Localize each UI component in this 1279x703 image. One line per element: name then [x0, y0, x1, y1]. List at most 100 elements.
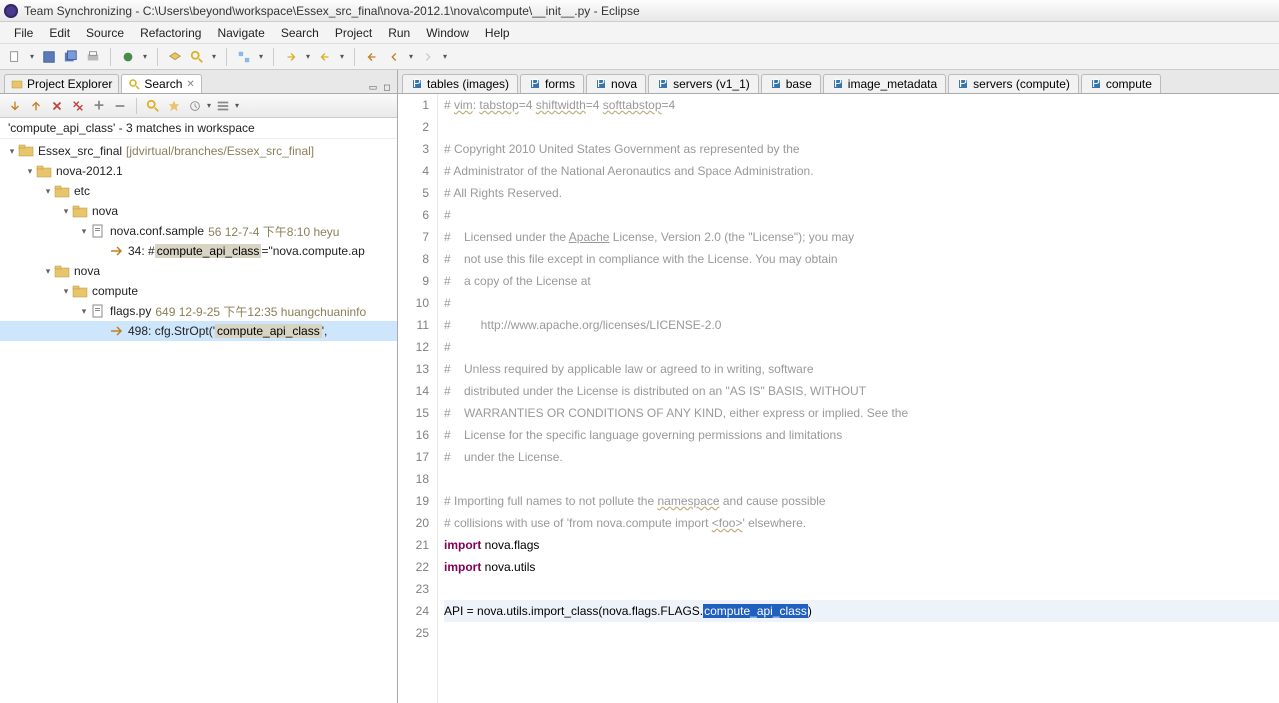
editor-tab[interactable]: Pservers (v1_1)	[648, 74, 759, 93]
code-line[interactable]: # License for the specific language gove…	[444, 424, 1279, 446]
tree-row[interactable]: ▾etc	[0, 181, 397, 201]
debug-button[interactable]	[119, 48, 137, 66]
code-line[interactable]: # vim: tabstop=4 shiftwidth=4 softtabsto…	[444, 94, 1279, 116]
history-dropdown-button[interactable]	[186, 97, 204, 115]
code-line[interactable]: # not use this file except in compliance…	[444, 248, 1279, 270]
open-type-button[interactable]	[166, 48, 184, 66]
maximize-view-icon[interactable]: ◻	[381, 81, 393, 93]
code-line[interactable]: #	[444, 292, 1279, 314]
menu-run[interactable]: Run	[380, 24, 418, 42]
tree-row[interactable]: ▾nova.conf.sample56 12-7-4 下午8:10 heyu	[0, 221, 397, 241]
code-line[interactable]: # collisions with use of 'from nova.comp…	[444, 512, 1279, 534]
next-annotation-dropdown[interactable]	[304, 52, 312, 61]
menu-project[interactable]: Project	[327, 24, 380, 42]
menu-help[interactable]: Help	[477, 24, 518, 42]
next-annotation-button[interactable]	[282, 48, 300, 66]
menu-navigate[interactable]: Navigate	[209, 24, 272, 42]
tree-row[interactable]: ▾Essex_src_final[jdvirtual/branches/Esse…	[0, 141, 397, 161]
code-line[interactable]: import nova.flags	[444, 534, 1279, 556]
remove-match-button[interactable]	[48, 97, 66, 115]
code-line[interactable]	[444, 468, 1279, 490]
editor-tab[interactable]: Pcompute	[1081, 74, 1161, 93]
code-line[interactable]	[444, 622, 1279, 644]
code-line[interactable]	[444, 116, 1279, 138]
code-line[interactable]: # WARRANTIES OR CONDITIONS OF ANY KIND, …	[444, 402, 1279, 424]
forward-button[interactable]	[419, 48, 437, 66]
last-edit-button[interactable]	[363, 48, 381, 66]
prev-annotation-button[interactable]	[316, 48, 334, 66]
editor-tab[interactable]: Pbase	[761, 74, 821, 93]
prev-match-button[interactable]	[27, 97, 45, 115]
collapse-all-button[interactable]	[111, 97, 129, 115]
tree-row[interactable]: 498: cfg.StrOpt('compute_api_class',	[0, 321, 397, 341]
menu-window[interactable]: Window	[418, 24, 477, 42]
code-line[interactable]: API = nova.utils.import_class(nova.flags…	[444, 600, 1279, 622]
forward-dropdown[interactable]	[441, 52, 449, 61]
toggle-breadcrumb-dropdown[interactable]	[257, 52, 265, 61]
code-line[interactable]: # Administrator of the National Aeronaut…	[444, 160, 1279, 182]
prev-annotation-dropdown[interactable]	[338, 52, 346, 61]
search-dropdown[interactable]	[210, 52, 218, 61]
expand-icon[interactable]: ▾	[60, 206, 72, 217]
menu-edit[interactable]: Edit	[41, 24, 78, 42]
search-results-tree[interactable]: ▾Essex_src_final[jdvirtual/branches/Esse…	[0, 139, 397, 703]
editor-tab[interactable]: Pservers (compute)	[948, 74, 1079, 93]
code-line[interactable]: # under the License.	[444, 446, 1279, 468]
code-line[interactable]: # Unless required by applicable law or a…	[444, 358, 1279, 380]
debug-dropdown[interactable]	[141, 52, 149, 61]
toggle-breadcrumb-button[interactable]	[235, 48, 253, 66]
save-button[interactable]	[40, 48, 58, 66]
code-line[interactable]: # a copy of the License at	[444, 270, 1279, 292]
code-line[interactable]	[444, 578, 1279, 600]
expand-all-button[interactable]	[90, 97, 108, 115]
expand-icon[interactable]: ▾	[24, 166, 36, 177]
code-line[interactable]: # All Rights Reserved.	[444, 182, 1279, 204]
editor-tab[interactable]: Pforms	[520, 74, 584, 93]
search-button[interactable]	[188, 48, 206, 66]
remove-all-button[interactable]	[69, 97, 87, 115]
expand-icon[interactable]: ▾	[42, 266, 54, 277]
code-line[interactable]: # Licensed under the Apache License, Ver…	[444, 226, 1279, 248]
view-tab-project-explorer[interactable]: Project Explorer	[4, 74, 119, 93]
close-icon[interactable]: ✕	[186, 79, 194, 90]
code-line[interactable]: import nova.utils	[444, 556, 1279, 578]
run-search-button[interactable]	[144, 97, 162, 115]
tree-row[interactable]: ▾nova-2012.1	[0, 161, 397, 181]
code-line[interactable]: #	[444, 204, 1279, 226]
editor-tab[interactable]: Ptables (images)	[402, 74, 518, 93]
code-line[interactable]: # distributed under the License is distr…	[444, 380, 1279, 402]
view-tab-search[interactable]: Search✕	[121, 74, 201, 93]
code-line[interactable]: #	[444, 336, 1279, 358]
save-all-button[interactable]	[62, 48, 80, 66]
next-match-button[interactable]	[6, 97, 24, 115]
tree-row[interactable]: ▾flags.py649 12-9-25 下午12:35 huangchuani…	[0, 301, 397, 321]
editor-tab[interactable]: Pnova	[586, 74, 646, 93]
editor-tab[interactable]: Pimage_metadata	[823, 74, 946, 93]
new-dropdown[interactable]	[28, 52, 36, 61]
code-line[interactable]: # http://www.apache.org/licenses/LICENSE…	[444, 314, 1279, 336]
view-menu-button[interactable]	[214, 97, 232, 115]
back-button[interactable]	[385, 48, 403, 66]
tree-row[interactable]: ▾compute	[0, 281, 397, 301]
menu-source[interactable]: Source	[78, 24, 132, 42]
code-line[interactable]: # Copyright 2010 United States Governmen…	[444, 138, 1279, 160]
tree-row[interactable]: ▾nova	[0, 201, 397, 221]
new-button[interactable]	[6, 48, 24, 66]
expand-icon[interactable]: ▾	[6, 146, 18, 157]
pin-search-button[interactable]	[165, 97, 183, 115]
print-button[interactable]	[84, 48, 102, 66]
expand-icon[interactable]: ▾	[78, 306, 90, 317]
code-editor[interactable]: 1234567891011121314151617181920212223242…	[398, 94, 1279, 703]
menu-search[interactable]: Search	[273, 24, 327, 42]
back-dropdown[interactable]	[407, 52, 415, 61]
expand-icon[interactable]: ▾	[42, 186, 54, 197]
menu-file[interactable]: File	[6, 24, 41, 42]
minimize-view-icon[interactable]: ▭	[367, 81, 379, 93]
code-content[interactable]: # vim: tabstop=4 shiftwidth=4 softtabsto…	[438, 94, 1279, 703]
expand-icon[interactable]: ▾	[78, 226, 90, 237]
code-line[interactable]: # Importing full names to not pollute th…	[444, 490, 1279, 512]
expand-icon[interactable]: ▾	[60, 286, 72, 297]
menu-refactoring[interactable]: Refactoring	[132, 24, 209, 42]
tree-row[interactable]: ▾nova	[0, 261, 397, 281]
tree-row[interactable]: 34: # compute_api_class="nova.compute.ap	[0, 241, 397, 261]
